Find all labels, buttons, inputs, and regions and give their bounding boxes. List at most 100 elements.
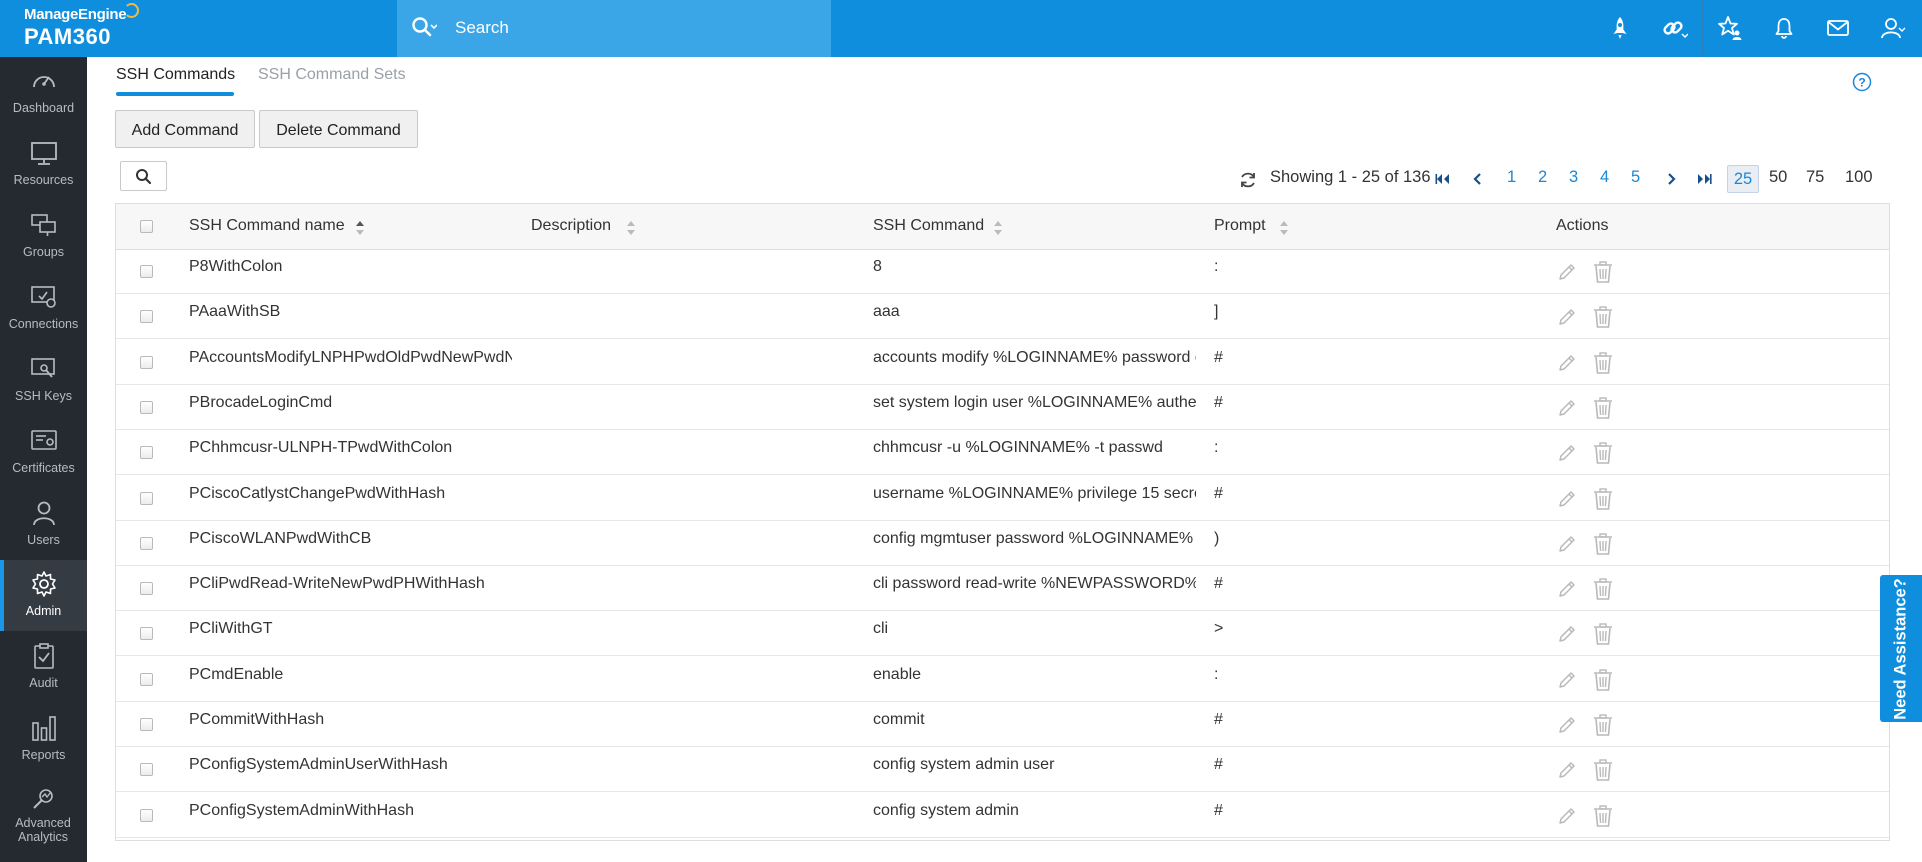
edit-icon[interactable] [1556,578,1578,600]
edit-icon[interactable] [1556,488,1578,510]
mail-icon[interactable] [1824,14,1852,42]
delete-command-button[interactable]: Delete Command [259,110,418,148]
refresh-icon[interactable] [1238,170,1258,190]
edit-icon[interactable] [1556,397,1578,419]
row-checkbox[interactable] [140,627,153,641]
sidebar-item-certificates[interactable]: Certificates [0,417,87,488]
sidebar-item-users[interactable]: Users [0,489,87,560]
table-row[interactable]: PCiscoWLANPwdWithCB config mgmtuser passw… [116,521,1889,566]
sidebar-item-admin[interactable]: Admin [0,560,87,631]
column-header-description[interactable]: Description [531,217,611,235]
trash-icon[interactable] [1592,351,1614,375]
edit-icon[interactable] [1556,714,1578,736]
edit-icon[interactable] [1556,533,1578,555]
page-link-3[interactable]: 3 [1569,168,1578,187]
table-search-button[interactable] [120,161,167,191]
search-input[interactable]: Search [455,18,509,38]
global-search[interactable]: Search [397,0,831,57]
previous-page-icon[interactable] [1469,170,1487,188]
tab-ssh-command-sets[interactable]: SSH Command Sets [258,66,406,84]
edit-icon[interactable] [1556,261,1578,283]
need-assistance-tab[interactable]: Need Assistance? [1880,575,1922,722]
page-link-5[interactable]: 5 [1631,168,1640,187]
trash-icon[interactable] [1592,577,1614,601]
sort-icon[interactable] [627,221,635,235]
trash-icon[interactable] [1592,441,1614,465]
sort-icon[interactable] [994,221,1002,235]
link-icon[interactable] [1660,14,1688,42]
row-checkbox[interactable] [140,808,153,822]
help-icon[interactable]: ? [1852,72,1872,92]
table-row[interactable]: PCiscoCatlystChangePwdWithHash username %… [116,476,1889,521]
table-row[interactable]: PAccountsModifyLNPHPwdOldPwdNewPwdN accou… [116,340,1889,385]
sidebar-item-reports[interactable]: Reports [0,704,87,775]
per-page-25[interactable]: 25 [1727,165,1759,193]
sidebar-item-groups[interactable]: Groups [0,201,87,272]
edit-icon[interactable] [1556,306,1578,328]
sidebar-item-connections[interactable]: Connections [0,273,87,344]
trash-icon[interactable] [1592,622,1614,646]
row-checkbox[interactable] [140,536,153,550]
table-row[interactable]: P8WithColon 8: [116,249,1889,294]
edit-icon[interactable] [1556,352,1578,374]
star-user-icon[interactable] [1716,14,1744,42]
edit-icon[interactable] [1556,759,1578,781]
page-link-2[interactable]: 2 [1538,168,1547,187]
row-checkbox[interactable] [140,400,153,414]
sidebar-item-audit[interactable]: Audit [0,632,87,703]
sort-icon[interactable] [1280,221,1288,235]
trash-icon[interactable] [1592,713,1614,737]
sidebar-item-dashboard[interactable]: Dashboard [0,57,87,128]
edit-icon[interactable] [1556,623,1578,645]
trash-icon[interactable] [1592,487,1614,511]
row-checkbox[interactable] [140,355,153,369]
column-header-prompt[interactable]: Prompt [1214,217,1266,235]
sidebar-item-advanced-analytics[interactable]: Advanced Analytics [0,775,87,862]
edit-icon[interactable] [1556,442,1578,464]
column-header-name[interactable]: SSH Command name [189,217,345,235]
sidebar-item-ssh-keys[interactable]: SSH Keys [0,345,87,416]
row-checkbox[interactable] [140,446,153,460]
table-row[interactable]: PCommitWithHash commit # [116,702,1889,747]
row-checkbox[interactable] [140,265,153,278]
table-row[interactable]: PBrocadeLoginCmd set system login user %L… [116,385,1889,430]
add-command-button[interactable]: Add Command [115,110,255,148]
table-row[interactable]: PCliWithGT cli > [116,611,1889,657]
table-row[interactable]: PCmdEnable enable: [116,657,1889,702]
sort-icon[interactable] [356,221,364,235]
trash-icon[interactable] [1592,260,1614,284]
row-checkbox[interactable] [140,582,153,596]
row-checkbox[interactable] [140,491,153,505]
rocket-icon[interactable] [1606,14,1634,42]
trash-icon[interactable] [1592,532,1614,556]
table-row[interactable]: PConfigSystemAdminUserWithHash config sys… [116,747,1889,793]
user-icon[interactable] [1878,14,1906,42]
sidebar-item-resources[interactable]: Resources [0,129,87,200]
row-checkbox[interactable] [140,763,153,777]
row-checkbox[interactable] [140,718,153,731]
table-row[interactable]: PConfigSystemAdminWithHash config system … [116,793,1889,838]
trash-icon[interactable] [1592,305,1614,329]
select-all-checkbox[interactable] [140,220,153,233]
edit-icon[interactable] [1556,805,1578,827]
last-page-icon[interactable] [1695,170,1713,188]
edit-icon[interactable] [1556,669,1578,691]
table-row[interactable]: PChhmcusr-ULNPH-TPwdWithColon chhmcusr -u… [116,430,1889,476]
logo[interactable]: ManageEngine PAM360 [0,0,139,57]
row-checkbox[interactable] [140,310,153,324]
per-page-50[interactable]: 50 [1769,168,1787,187]
tab-ssh-commands[interactable]: SSH Commands [116,66,235,84]
column-header-ssh-command[interactable]: SSH Command [873,217,984,235]
trash-icon[interactable] [1592,758,1614,782]
first-page-icon[interactable] [1434,170,1452,188]
bell-icon[interactable] [1770,14,1798,42]
per-page-100[interactable]: 100 [1845,168,1873,187]
table-row[interactable]: PAaaWithSB aaa] [116,294,1889,340]
per-page-75[interactable]: 75 [1806,168,1824,187]
next-page-icon[interactable] [1662,170,1680,188]
trash-icon[interactable] [1592,668,1614,692]
trash-icon[interactable] [1592,804,1614,828]
table-row[interactable]: PCliPwdRead-WriteNewPwdPHWithHash cli pas… [116,566,1889,612]
page-link-4[interactable]: 4 [1600,168,1609,187]
trash-icon[interactable] [1592,396,1614,420]
